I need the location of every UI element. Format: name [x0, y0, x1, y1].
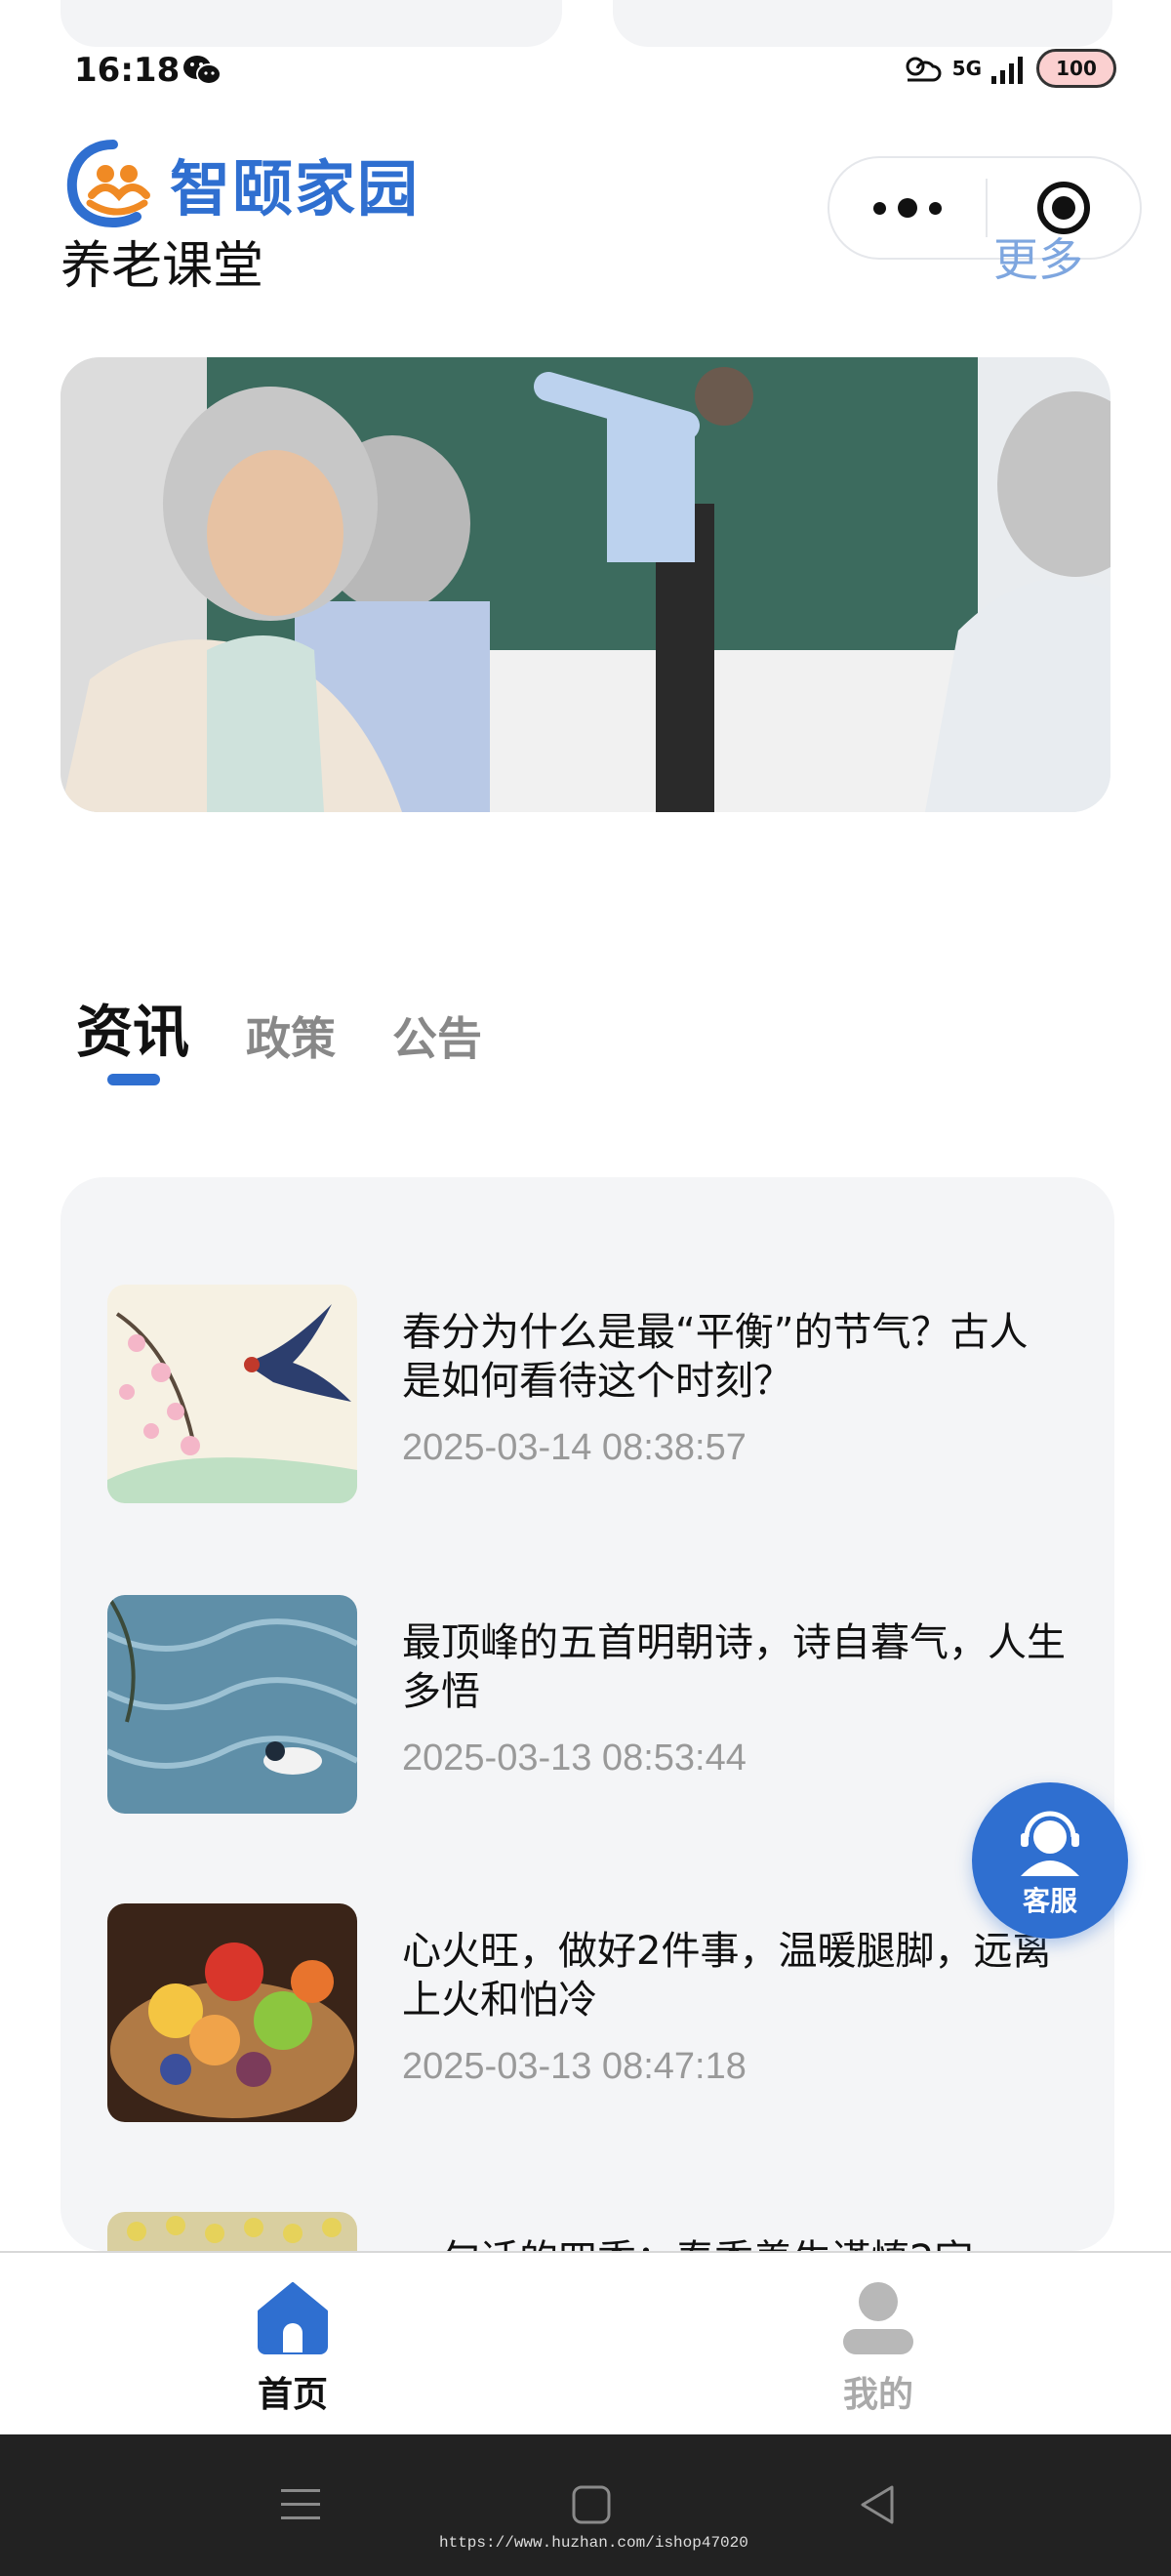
news-item[interactable]: 一句话的四季：春季养生谨慎2字 — [107, 2212, 1083, 2251]
network-type: 5G — [951, 57, 982, 80]
section-title: 养老课堂 — [61, 237, 264, 296]
news-date: 2025-03-14 08:38:57 — [402, 1427, 747, 1468]
tab-news[interactable]: 资讯 — [76, 986, 189, 1068]
news-title: 最顶峰的五首明朝诗，诗自暮气，人生多悟 — [402, 1620, 1066, 1714]
previous-card-left — [61, 0, 562, 47]
news-date: 2025-03-13 08:53:44 — [402, 1738, 747, 1779]
news-item[interactable]: 春分为什么是最“平衡”的节气？古人是如何看待这个时刻？ 2025-03-14 0… — [107, 1285, 1083, 1503]
news-title: 一句话的四季：春季养生谨慎2字 — [402, 2235, 1066, 2251]
news-list: 春分为什么是最“平衡”的节气？古人是如何看待这个时刻？ 2025-03-14 0… — [61, 1177, 1114, 2251]
user-icon — [843, 2282, 913, 2354]
tab-announcement[interactable]: 公告 — [392, 1003, 482, 1068]
tabbar-home[interactable]: 首页 — [195, 2278, 390, 2417]
watermark-text: https://www.huzhan.com/ishop47020 — [439, 2534, 748, 2552]
pond-duck-image — [107, 1595, 357, 1814]
customer-service-button[interactable]: 客服 — [972, 1782, 1128, 1939]
tabbar-mine[interactable]: 我的 — [781, 2278, 976, 2417]
more-options-button[interactable] — [829, 198, 986, 218]
more-link[interactable]: 更多 — [993, 225, 1083, 289]
news-thumbnail — [107, 1595, 357, 1814]
menu-icon[interactable] — [277, 2483, 324, 2526]
news-item[interactable]: 最顶峰的五首明朝诗，诗自暮气，人生多悟 2025-03-13 08:53:44 — [107, 1595, 1083, 1814]
weather-icon — [906, 57, 942, 82]
sprouts-image — [107, 2212, 357, 2251]
banner-image[interactable] — [61, 357, 1110, 812]
back-icon[interactable] — [855, 2481, 902, 2528]
logo-text: 智颐家园 — [170, 153, 421, 225]
battery-indicator: 100 — [1036, 49, 1116, 88]
classroom-photo — [61, 357, 1110, 812]
news-thumbnail — [107, 2212, 357, 2251]
news-thumbnail — [107, 1903, 357, 2122]
previous-card-right — [613, 0, 1112, 47]
active-tab-indicator — [107, 1074, 160, 1085]
bottom-tab-bar: 首页 我的 — [0, 2251, 1171, 2434]
tabbar-mine-label: 我的 — [842, 2374, 913, 2415]
news-date: 2025-03-13 08:47:18 — [402, 2046, 747, 2087]
wechat-icon — [183, 56, 222, 85]
swallow-blossom-image — [107, 1285, 357, 1503]
app-logo: 智颐家园 — [61, 135, 420, 232]
miniprogram-capsule[interactable] — [828, 156, 1142, 260]
tabbar-home-label: 首页 — [257, 2374, 328, 2415]
customer-service-label: 客服 — [1022, 1885, 1077, 1917]
home-square-icon[interactable] — [568, 2481, 615, 2528]
headset-person-icon — [1021, 1811, 1079, 1876]
status-icons: 5G 100 — [898, 47, 1116, 90]
tab-policy[interactable]: 政策 — [246, 1003, 336, 1068]
signal-icon — [991, 57, 1023, 84]
category-tabs: 资讯 政策 公告 — [76, 986, 482, 1068]
news-title: 心火旺，做好2件事，温暖腿脚，远离上火和怕冷 — [402, 1929, 1052, 2023]
family-logo-icon — [66, 140, 150, 227]
news-thumbnail — [107, 1285, 357, 1503]
status-time: 16:18 — [74, 51, 181, 90]
news-title: 春分为什么是最“平衡”的节气？古人是如何看待这个时刻？ — [402, 1310, 1029, 1404]
news-item[interactable]: 心火旺，做好2件事，温暖腿脚，远离上火和怕冷 2025-03-13 08:47:… — [107, 1903, 1083, 2122]
fruit-bowl-image — [107, 1903, 357, 2122]
home-icon — [258, 2282, 328, 2354]
system-navigation-bar: https://www.huzhan.com/ishop47020 — [0, 2434, 1171, 2576]
